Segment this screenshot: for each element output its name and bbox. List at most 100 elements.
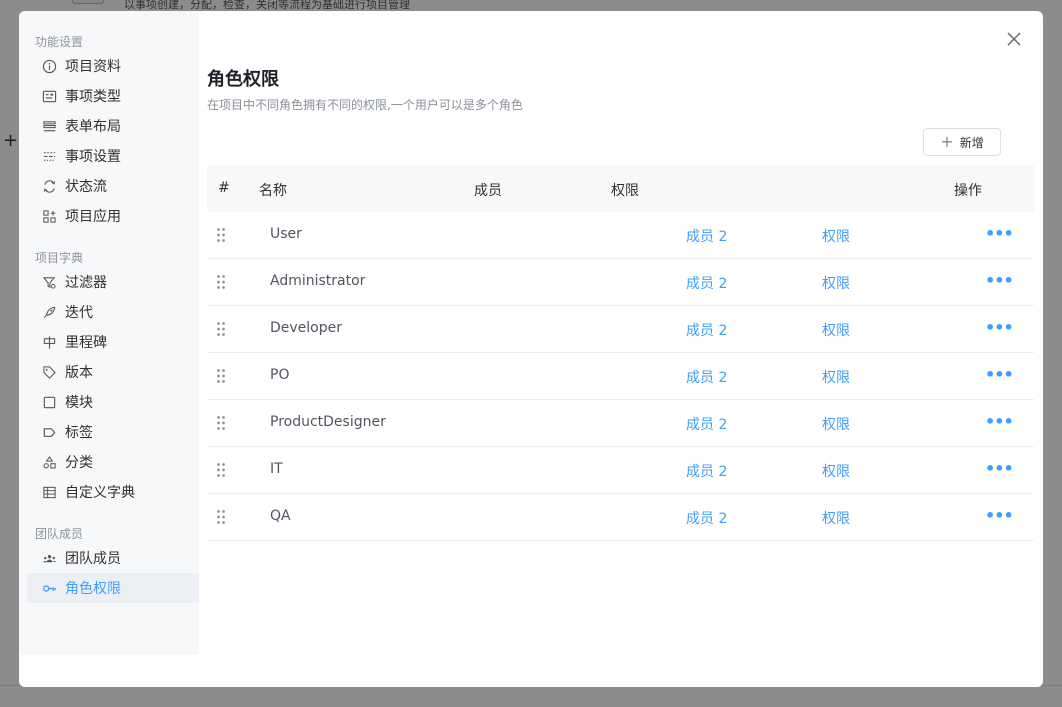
settings-sidebar: 功能设置 项目资料 事项类型 表单布局 事项设置 状态流 项目应用 项目字典 过… xyxy=(19,11,199,655)
role-name: QA xyxy=(270,508,291,524)
role-members-link[interactable]: 成员 2 xyxy=(686,367,727,387)
milestone-icon xyxy=(41,334,57,350)
sidebar-item-modules[interactable]: 模块 xyxy=(27,387,199,417)
tag-icon xyxy=(41,364,57,380)
sidebar-item-label: 模块 xyxy=(65,395,93,411)
sidebar-item-label: 事项类型 xyxy=(65,89,121,105)
role-permission-link[interactable]: 权限 xyxy=(822,461,850,481)
sidebar-item-iterations[interactable]: 迭代 xyxy=(27,297,199,327)
page-title: 角色权限 xyxy=(207,69,279,90)
sidebar-item-issue-types[interactable]: 事项类型 xyxy=(27,81,199,111)
roles-table: # 名称 成员 权限 操作 User 成员 2 权限 ••• Administrator… xyxy=(207,165,1034,541)
sidebar-item-form-layout[interactable]: 表单布局 xyxy=(27,111,199,141)
role-members-link[interactable]: 成员 2 xyxy=(686,461,727,481)
sidebar-item-label: 版本 xyxy=(65,365,93,381)
add-role-button[interactable]: + 新增 xyxy=(923,128,1001,156)
category-icon xyxy=(41,454,57,470)
sidebar-item-milestones[interactable]: 里程碑 xyxy=(27,327,199,357)
sidebar-item-role-permissions[interactable]: 角色权限 xyxy=(27,573,199,603)
add-role-button-label: 新增 xyxy=(959,135,984,150)
drag-handle-icon[interactable] xyxy=(216,462,226,478)
sidebar-item-custom-dictionary[interactable]: 自定义字典 xyxy=(27,477,199,507)
sidebar-item-project-info[interactable]: 项目资料 xyxy=(27,51,199,81)
sidebar-item-label: 团队成员 xyxy=(65,551,121,567)
sidebar-item-team-members[interactable]: 团队成员 xyxy=(27,543,199,573)
role-permission-link[interactable]: 权限 xyxy=(822,273,850,293)
drag-handle-icon[interactable] xyxy=(216,321,226,337)
column-header-actions: 操作 xyxy=(954,183,982,199)
sidebar-item-workflow[interactable]: 状态流 xyxy=(27,171,199,201)
sidebar-item-label: 表单布局 xyxy=(65,119,121,135)
sidebar-item-project-apps[interactable]: 项目应用 xyxy=(27,201,199,231)
key-icon xyxy=(41,580,57,596)
table-row: User 成员 2 权限 ••• xyxy=(207,212,1034,259)
role-members-link[interactable]: 成员 2 xyxy=(686,320,727,340)
settings-modal: 功能设置 项目资料 事项类型 表单布局 事项设置 状态流 项目应用 项目字典 过… xyxy=(19,11,1043,687)
role-name: ProductDesigner xyxy=(270,414,386,430)
sidebar-item-label: 自定义字典 xyxy=(65,485,135,501)
settings-sliders-icon xyxy=(41,148,57,164)
more-actions-icon[interactable]: ••• xyxy=(985,365,1014,384)
form-layout-icon xyxy=(41,118,57,134)
sidebar-item-categories[interactable]: 分类 xyxy=(27,447,199,477)
role-permission-link[interactable]: 权限 xyxy=(822,414,850,434)
role-name: PO xyxy=(270,367,290,383)
role-name: Administrator xyxy=(270,273,366,289)
group-title-features: 功能设置 xyxy=(35,35,84,49)
more-actions-icon[interactable]: ••• xyxy=(985,412,1014,431)
drag-handle-icon[interactable] xyxy=(216,509,226,525)
column-header-name: 名称 xyxy=(259,183,287,199)
team-icon xyxy=(41,550,57,566)
role-members-link[interactable]: 成员 2 xyxy=(686,226,727,246)
group-title-team: 团队成员 xyxy=(35,527,84,541)
sidebar-item-label: 角色权限 xyxy=(65,581,121,597)
role-members-link[interactable]: 成员 2 xyxy=(686,414,727,434)
role-permission-link[interactable]: 权限 xyxy=(822,508,850,528)
plus-icon: + xyxy=(940,132,954,151)
more-actions-icon[interactable]: ••• xyxy=(985,506,1014,525)
drag-handle-icon[interactable] xyxy=(216,368,226,384)
role-permission-link[interactable]: 权限 xyxy=(822,226,850,246)
issue-type-icon xyxy=(41,88,57,104)
sidebar-item-issue-settings[interactable]: 事项设置 xyxy=(27,141,199,171)
sidebar-item-label: 分类 xyxy=(65,455,93,471)
filter-icon xyxy=(41,274,57,290)
more-actions-icon[interactable]: ••• xyxy=(985,318,1014,337)
sidebar-item-label: 项目资料 xyxy=(65,59,121,75)
info-icon xyxy=(41,58,57,74)
page-description: 在项目中不同角色拥有不同的权限,一个用户可以是多个角色 xyxy=(207,98,523,112)
sidebar-item-label: 项目应用 xyxy=(65,209,121,225)
role-permission-link[interactable]: 权限 xyxy=(822,367,850,387)
sidebar-item-label: 过滤器 xyxy=(65,275,107,291)
close-button[interactable] xyxy=(1004,29,1024,49)
table-header: # 名称 成员 权限 操作 xyxy=(207,165,1034,212)
drag-handle-icon[interactable] xyxy=(216,227,226,243)
group-title-dictionary: 项目字典 xyxy=(35,251,84,265)
sidebar-item-filters[interactable]: 过滤器 xyxy=(27,267,199,297)
sidebar-item-versions[interactable]: 版本 xyxy=(27,357,199,387)
label-icon xyxy=(41,424,57,440)
role-members-link[interactable]: 成员 2 xyxy=(686,273,727,293)
role-members-link[interactable]: 成员 2 xyxy=(686,508,727,528)
drag-handle-icon[interactable] xyxy=(216,415,226,431)
role-permission-link[interactable]: 权限 xyxy=(822,320,850,340)
role-name: Developer xyxy=(270,320,343,336)
table-row: Developer 成员 2 权限 ••• xyxy=(207,306,1034,353)
apps-icon xyxy=(41,208,57,224)
table-icon xyxy=(41,484,57,500)
sidebar-item-label: 标签 xyxy=(65,425,93,441)
table-row: ProductDesigner 成员 2 权限 ••• xyxy=(207,400,1034,447)
sidebar-item-labels[interactable]: 标签 xyxy=(27,417,199,447)
column-header-index: # xyxy=(218,180,230,196)
more-actions-icon[interactable]: ••• xyxy=(985,459,1014,478)
drag-handle-icon[interactable] xyxy=(216,274,226,290)
sidebar-item-label: 状态流 xyxy=(65,179,107,195)
more-actions-icon[interactable]: ••• xyxy=(985,224,1014,243)
table-row: PO 成员 2 权限 ••• xyxy=(207,353,1034,400)
table-row: IT 成员 2 权限 ••• xyxy=(207,447,1034,494)
more-actions-icon[interactable]: ••• xyxy=(985,271,1014,290)
rocket-icon xyxy=(41,304,57,320)
sidebar-item-label: 事项设置 xyxy=(65,149,121,165)
column-header-permissions: 权限 xyxy=(611,183,639,199)
square-icon xyxy=(41,394,57,410)
